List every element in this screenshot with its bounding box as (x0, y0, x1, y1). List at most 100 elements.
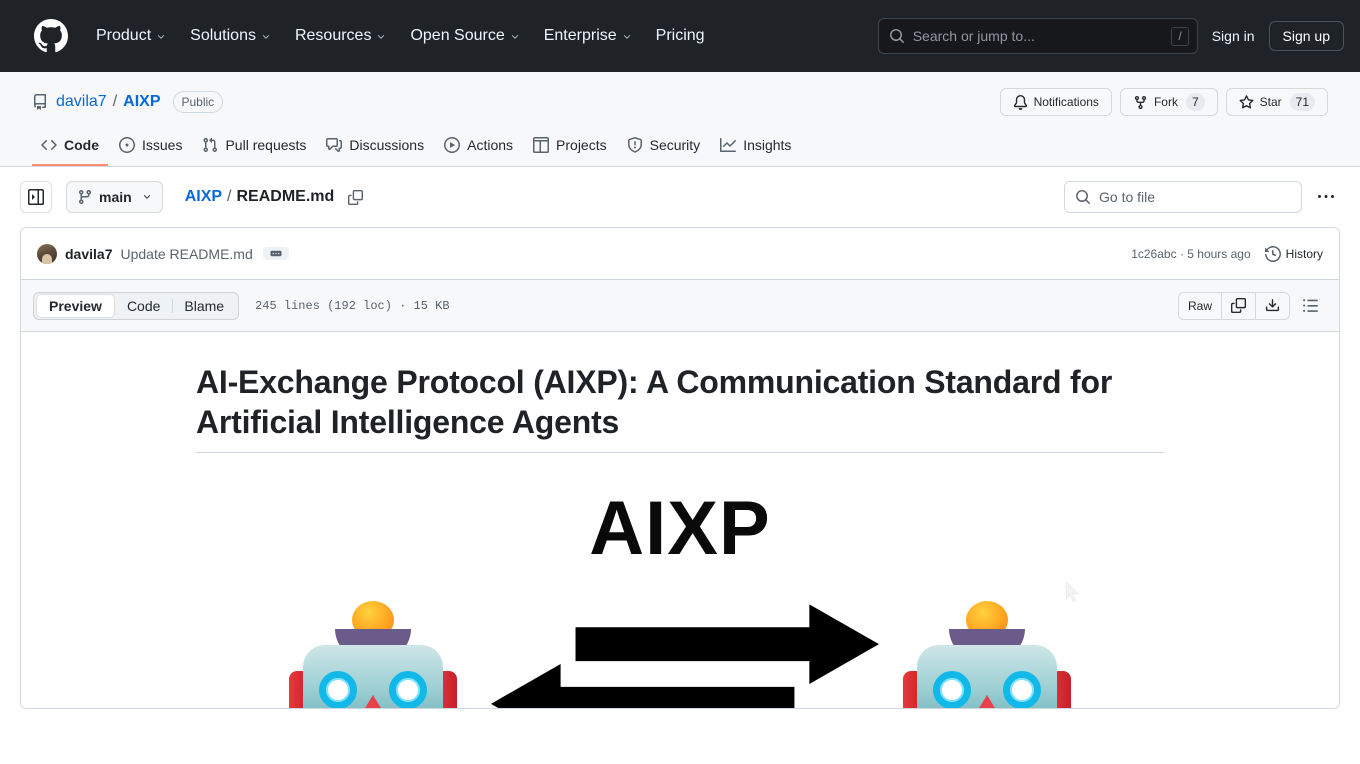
tab-label: Code (64, 137, 99, 153)
sign-up-button[interactable]: Sign up (1268, 21, 1344, 51)
search-icon (1076, 190, 1091, 205)
fork-button[interactable]: Fork 7 (1119, 88, 1218, 116)
commit-sha[interactable]: 1c26abc (1131, 247, 1176, 261)
raw-actions-group: Raw (1177, 291, 1290, 320)
ellipsis-icon (270, 250, 282, 257)
file-breadcrumb: AIXP / README.md (185, 185, 368, 209)
tab-security[interactable]: Security (618, 130, 710, 166)
sidebar-toggle-button[interactable] (20, 181, 52, 213)
search-shortcut-badge: / (1171, 26, 1189, 46)
nav-item-resources[interactable]: Resources (283, 19, 398, 53)
chevron-down-icon (262, 35, 270, 39)
breadcrumb-root[interactable]: AIXP (185, 188, 222, 206)
copy-icon (1231, 298, 1246, 313)
tab-code[interactable]: Code (32, 130, 108, 166)
graph-icon (720, 138, 737, 152)
tab-issues[interactable]: Issues (110, 130, 191, 166)
nav-item-pricing[interactable]: Pricing (644, 19, 717, 53)
history-link[interactable]: History (1264, 245, 1323, 262)
raw-label: Raw (1187, 298, 1212, 313)
view-blame[interactable]: Blame (172, 294, 236, 318)
breadcrumb-separator: / (227, 188, 232, 205)
chevron-down-icon (158, 35, 165, 39)
download-button[interactable] (1255, 292, 1289, 319)
file-stats: 245 lines (192 loc) · 15 KB (255, 298, 450, 313)
repo-separator: / (112, 93, 118, 110)
git-branch-icon (78, 190, 91, 205)
outline-button[interactable] (1298, 293, 1323, 318)
nav-item-enterprise[interactable]: Enterprise (532, 19, 644, 53)
nav-item-open-source[interactable]: Open Source (398, 19, 531, 53)
view-code[interactable]: Code (115, 294, 172, 318)
star-button[interactable]: Star 71 (1225, 88, 1328, 116)
mouse-pointer-icon (1066, 581, 1080, 602)
robot-head (917, 645, 1057, 708)
raw-button[interactable]: Raw (1178, 292, 1221, 319)
sign-in-link[interactable]: Sign in (1212, 28, 1255, 44)
fork-icon (1134, 95, 1147, 109)
breadcrumb-current-file: README.md (236, 188, 335, 205)
tab-label: Projects (556, 137, 607, 153)
robot-eye-left (319, 671, 357, 708)
tab-discussions[interactable]: Discussions (317, 130, 433, 166)
copy-raw-button[interactable] (1221, 292, 1255, 319)
go-to-file-input[interactable]: Go to file (1064, 181, 1302, 213)
commit-expand-button[interactable] (262, 247, 289, 260)
file-toolbar: Preview Code Blame 245 lines (192 loc) ·… (21, 280, 1339, 332)
copy-path-button[interactable] (343, 185, 367, 209)
repo-tabs: Code Issues Pull requests Discussions Ac… (32, 130, 1328, 166)
aixp-logo-illustration: AIXP (196, 491, 1164, 708)
tab-label: Insights (743, 137, 792, 153)
repo-header: davila7 / AIXP Public Notifications Fork… (0, 72, 1360, 167)
tab-actions[interactable]: Actions (435, 130, 522, 166)
repo-name-link[interactable]: AIXP (123, 93, 160, 111)
github-mark-icon[interactable] (34, 19, 68, 53)
readme-inner: AI-Exchange Protocol (AIXP): A Communica… (164, 362, 1196, 708)
commit-meta: 1c26abc · 5 hours ago History (1131, 245, 1323, 262)
history-label: History (1285, 246, 1323, 261)
branch-selector[interactable]: main (66, 181, 163, 213)
repo-owner-link[interactable]: davila7 (56, 93, 107, 111)
commit-sha-and-time: 1c26abc · 5 hours ago (1131, 247, 1250, 261)
branch-name: main (99, 189, 132, 205)
repo-breadcrumb-title: davila7 / AIXP Public (32, 91, 224, 113)
tab-insights[interactable]: Insights (711, 130, 800, 166)
chevron-down-icon (623, 35, 630, 39)
robot-emoji-right (903, 599, 1071, 708)
commit-message[interactable]: Update README.md (120, 246, 252, 262)
code-icon (41, 139, 57, 151)
more-options-button[interactable] (1310, 181, 1342, 213)
go-to-file-placeholder: Go to file (1099, 189, 1156, 205)
robot-nose (970, 695, 1004, 708)
chevron-down-icon (511, 35, 518, 39)
tab-pull-requests[interactable]: Pull requests (193, 130, 315, 166)
nav-item-solutions[interactable]: Solutions (178, 19, 283, 53)
nav-item-label: Pricing (655, 27, 705, 44)
search-input[interactable]: Search or jump to... / (877, 18, 1198, 54)
tab-label: Actions (467, 137, 514, 153)
nav-item-label: Product (96, 27, 152, 44)
star-icon (1239, 94, 1254, 109)
nav-item-label: Enterprise (543, 27, 617, 44)
star-label: Star (1259, 95, 1282, 109)
repo-title-row: davila7 / AIXP Public Notifications Fork… (32, 88, 1328, 116)
nav-item-product[interactable]: Product (84, 19, 178, 53)
tab-label: Issues (142, 137, 183, 153)
repo-visibility-badge: Public (172, 91, 224, 113)
nav-item-label: Solutions (190, 27, 256, 44)
download-icon (1265, 299, 1280, 312)
history-icon (1264, 245, 1281, 262)
readme-content: AI-Exchange Protocol (AIXP): A Communica… (21, 332, 1339, 708)
exchange-arrows (481, 599, 879, 708)
robot-eye-right (1003, 671, 1041, 708)
avatar[interactable] (37, 243, 57, 264)
robot-head (303, 645, 443, 708)
shield-icon (627, 137, 642, 153)
tab-projects[interactable]: Projects (524, 130, 616, 166)
readme-heading: AI-Exchange Protocol (AIXP): A Communica… (196, 362, 1164, 453)
commit-author[interactable]: davila7 (65, 246, 112, 262)
notifications-label: Notifications (1033, 95, 1099, 109)
view-preview[interactable]: Preview (36, 293, 115, 318)
notifications-button[interactable]: Notifications (999, 88, 1112, 116)
issue-opened-icon (119, 137, 135, 153)
